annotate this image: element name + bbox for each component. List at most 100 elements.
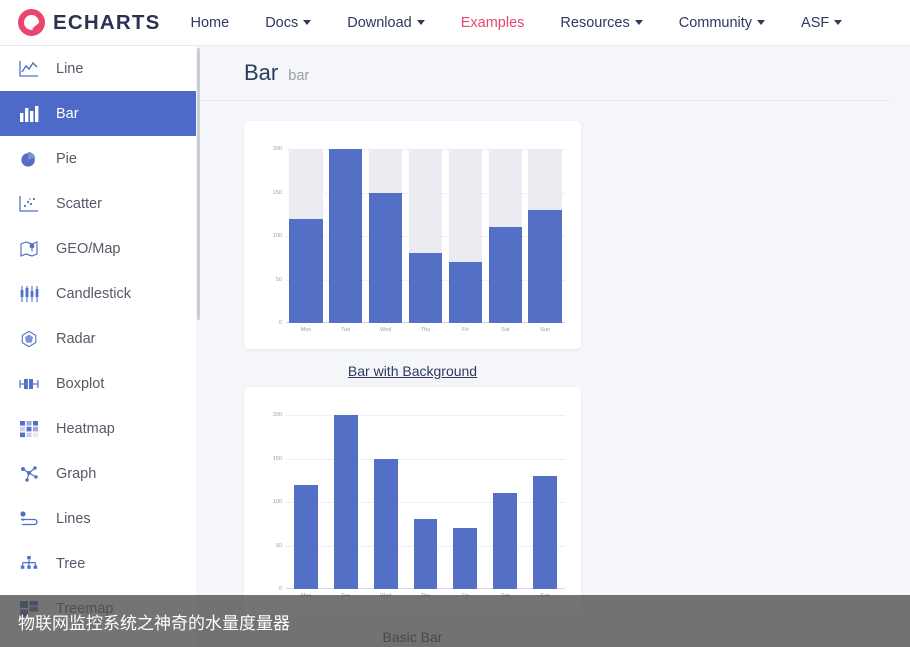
- bar: [333, 415, 358, 589]
- plot-area: 200 150 100 50 0 Mon Tue Wed Thu Fri Sat…: [273, 146, 565, 333]
- y-tick-label: 50: [275, 276, 282, 283]
- sidebar-item-tree[interactable]: Tree: [0, 541, 196, 586]
- scatter-chart-icon: [18, 193, 40, 215]
- nav-item-community[interactable]: Community: [678, 9, 766, 37]
- y-tick-label: 0: [278, 586, 282, 592]
- nav-item-label: ASF: [801, 14, 830, 31]
- echarts-logo-icon: [18, 9, 45, 36]
- chevron-down-icon: [634, 20, 643, 25]
- chevron-down-icon: [303, 20, 312, 25]
- x-tick-label: Sun: [540, 327, 551, 333]
- y-tick-label: 100: [272, 233, 282, 239]
- lines-icon: [18, 508, 40, 530]
- example-card-bar-with-background[interactable]: 200 150 100 50 0 Mon Tue Wed Thu Fri Sat…: [244, 121, 581, 349]
- sidebar-item-label: Candlestick: [56, 285, 131, 302]
- heatmap-icon: [18, 418, 40, 440]
- plot-area: 200 150 100 50 0 Mon Tue: [273, 412, 565, 599]
- echarts-logo[interactable]: ECHARTS: [18, 9, 161, 36]
- tree-icon: [18, 553, 40, 575]
- nav-item-asf[interactable]: ASF: [801, 9, 843, 37]
- chart-bar-with-background: 200 150 100 50 0 Mon Tue Wed Thu Fri Sat…: [244, 121, 581, 349]
- example-caption-bar-with-background[interactable]: Bar with Background: [244, 349, 581, 379]
- bar: [488, 227, 522, 323]
- sidebar-item-label: Boxplot: [56, 375, 105, 392]
- sidebar-item-label: Graph: [56, 465, 97, 482]
- sidebar-scrollbar[interactable]: [197, 48, 200, 320]
- nav-links: Home Docs Download Examples Resources Co…: [191, 9, 879, 37]
- page-title: Bar: [244, 60, 279, 85]
- nav-item-label: Download: [347, 14, 412, 31]
- bar: [453, 528, 478, 589]
- chevron-down-icon: [757, 20, 766, 25]
- main-content: Bar bar 200 150 100 50 0 Mon Tue Wed Thu…: [196, 46, 910, 647]
- bar: [329, 149, 363, 323]
- sidebar-item-heatmap[interactable]: Heatmap: [0, 406, 196, 451]
- x-tick-label: Thu: [420, 327, 431, 333]
- x-tick-label: Fri: [462, 327, 469, 333]
- candlestick-icon: [18, 283, 40, 305]
- chart-basic-bar: 200 150 100 50 0 Mon Tue: [244, 387, 581, 615]
- sidebar-item-label: Tree: [56, 555, 86, 572]
- sidebar-item-radar[interactable]: Radar: [0, 316, 196, 361]
- chart-type-sidebar[interactable]: Line Bar Pie Scatter GEO/Map Candlestick…: [0, 46, 196, 647]
- sidebar-item-scatter[interactable]: Scatter: [0, 181, 196, 226]
- sidebar-item-boxplot[interactable]: Boxplot: [0, 361, 196, 406]
- brand-name: ECHARTS: [53, 10, 161, 34]
- bar-chart-icon: [18, 103, 40, 125]
- y-tick-label: 100: [272, 499, 282, 505]
- nav-item-examples[interactable]: Examples: [461, 9, 525, 37]
- sidebar-item-graph[interactable]: Graph: [0, 451, 196, 496]
- example-card-basic-bar[interactable]: 200 150 100 50 0 Mon Tue: [244, 387, 581, 615]
- radar-icon: [18, 328, 40, 350]
- sidebar-item-label: Pie: [56, 150, 77, 167]
- bar: [373, 458, 398, 589]
- map-icon: [18, 238, 40, 260]
- chevron-down-icon: [416, 20, 425, 25]
- nav-item-download[interactable]: Download: [347, 9, 425, 37]
- nav-item-label: Docs: [265, 14, 299, 31]
- bar: [528, 209, 562, 323]
- chevron-down-icon: [834, 20, 843, 25]
- bar: [448, 262, 482, 323]
- sidebar-item-geo-map[interactable]: GEO/Map: [0, 226, 196, 271]
- sidebar-item-label: Heatmap: [56, 420, 115, 437]
- sidebar-item-label: Lines: [56, 510, 91, 527]
- nav-item-resources[interactable]: Resources: [560, 9, 643, 37]
- y-tick-label: 150: [272, 189, 282, 196]
- bar: [289, 218, 323, 323]
- x-tick-label: Sat: [501, 327, 510, 333]
- sidebar-item-bar[interactable]: Bar: [0, 91, 196, 136]
- nav-item-label: Resources: [560, 14, 630, 31]
- bottom-overlay-banner: 物联网监控系统之神奇的水量度量器: [0, 595, 910, 647]
- examples-grid: 200 150 100 50 0 Mon Tue Wed Thu Fri Sat…: [196, 101, 910, 647]
- sidebar-item-lines[interactable]: Lines: [0, 496, 196, 541]
- y-tick-label: 50: [275, 542, 282, 549]
- page-header: Bar bar: [196, 46, 890, 101]
- line-chart-icon: [18, 58, 40, 80]
- sidebar-item-label: Radar: [56, 330, 96, 347]
- nav-item-docs[interactable]: Docs: [265, 9, 312, 37]
- bar: [413, 519, 438, 589]
- bar: [493, 493, 518, 589]
- x-tick-label: Tue: [341, 327, 351, 333]
- top-navigation-bar: ECHARTS Home Docs Download Examples Reso…: [0, 0, 910, 46]
- graph-icon: [18, 463, 40, 485]
- overlay-title: 物联网监控系统之神奇的水量度量器: [18, 613, 290, 633]
- nav-item-home[interactable]: Home: [191, 9, 230, 37]
- sidebar-item-pie[interactable]: Pie: [0, 136, 196, 181]
- page-subtitle: bar: [288, 68, 310, 84]
- sidebar-item-label: Scatter: [56, 195, 102, 212]
- bar: [533, 475, 558, 589]
- y-tick-label: 150: [272, 455, 282, 462]
- nav-item-label: Examples: [460, 14, 525, 31]
- y-tick-label: 0: [278, 320, 282, 326]
- example-cell: 200 150 100 50 0 Mon Tue Wed Thu Fri Sat…: [244, 121, 581, 379]
- bar: [408, 253, 442, 323]
- pie-chart-icon: [18, 148, 40, 170]
- y-tick-label: 200: [272, 146, 282, 152]
- y-tick-label: 200: [272, 412, 282, 418]
- x-tick-label: Wed: [379, 327, 392, 333]
- sidebar-item-line[interactable]: Line: [0, 46, 196, 91]
- sidebar-item-candlestick[interactable]: Candlestick: [0, 271, 196, 316]
- nav-item-label: Community: [678, 14, 753, 31]
